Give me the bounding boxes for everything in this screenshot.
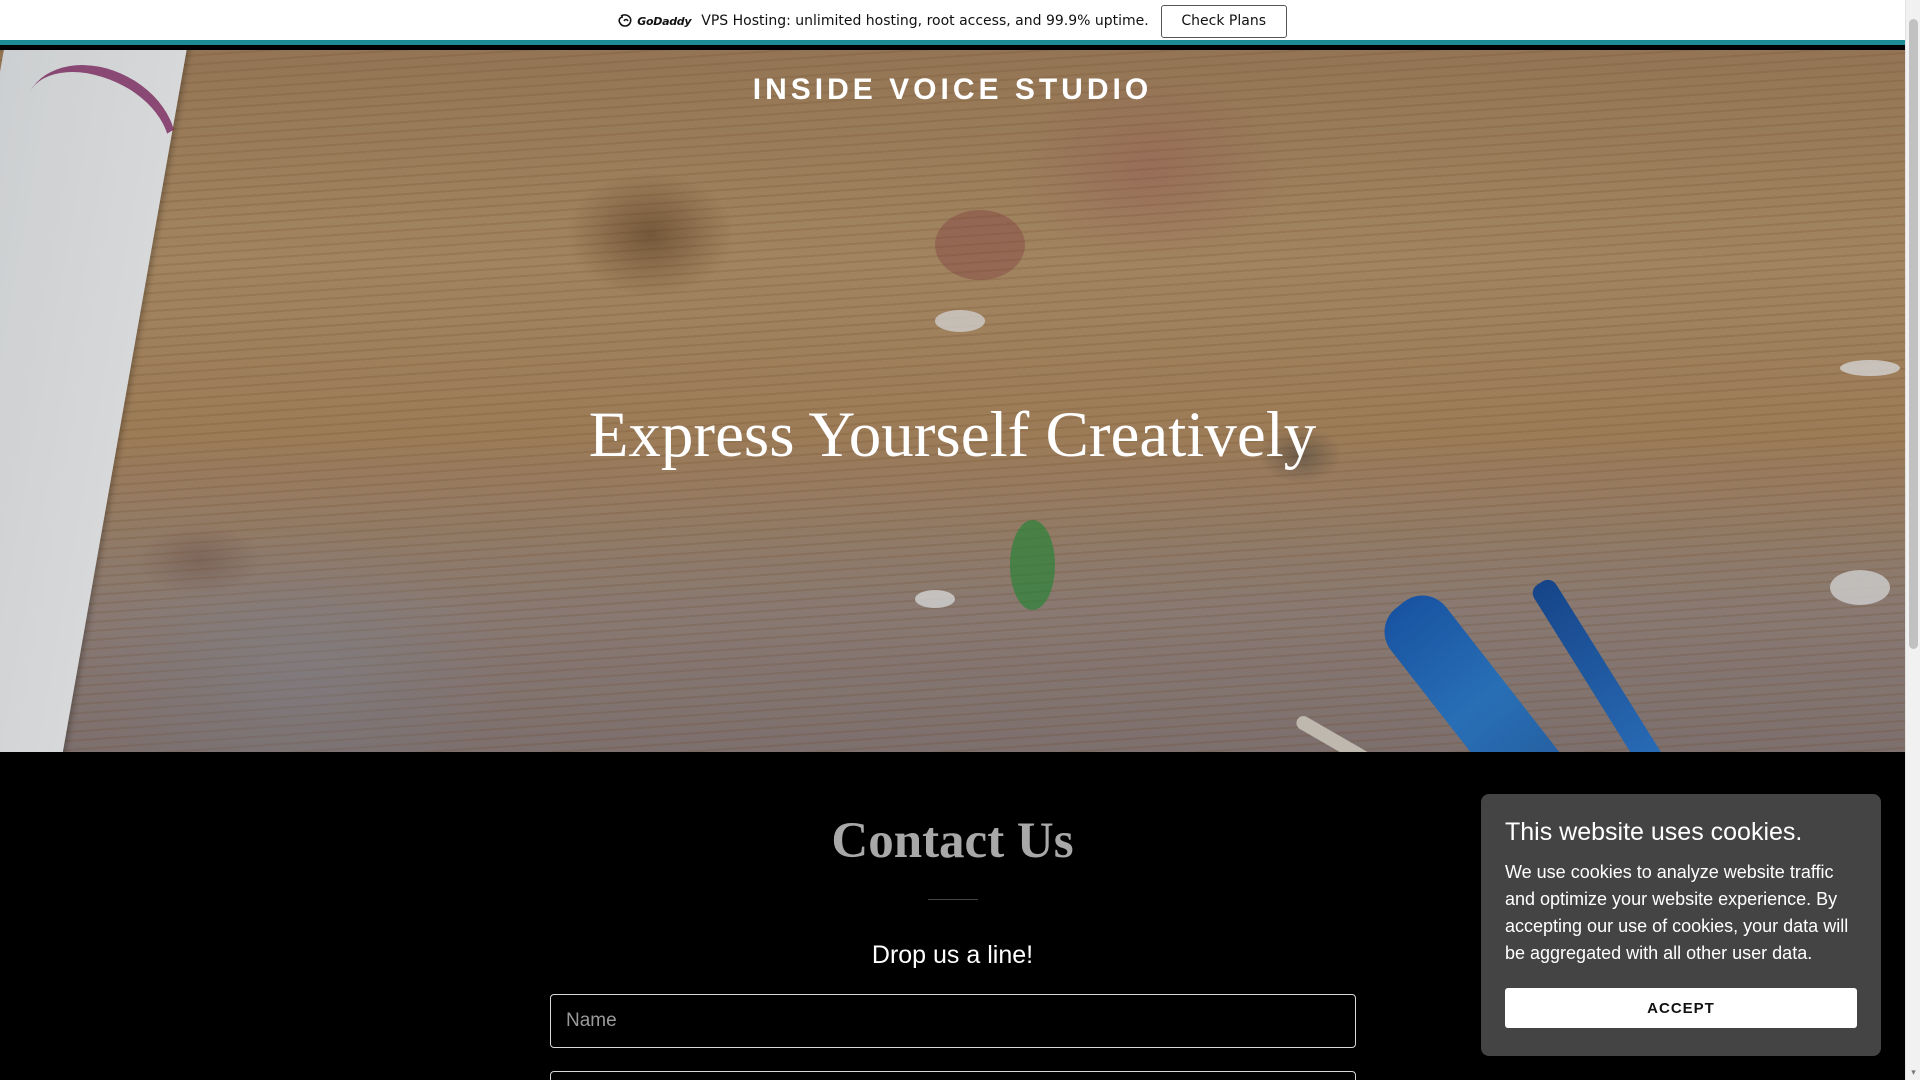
cookie-banner: This website uses cookies. We use cookie… [1481, 794, 1881, 1056]
email-field[interactable] [550, 1071, 1356, 1080]
section-divider [928, 899, 978, 900]
godaddy-logo-icon [618, 14, 632, 27]
scrollbar-thumb[interactable] [1909, 19, 1918, 649]
godaddy-logo-text: GoDaddy [637, 14, 692, 28]
hero-heading: Express Yourself Creatively [588, 399, 1317, 471]
check-plans-button[interactable]: Check Plans [1160, 4, 1287, 38]
cookie-banner-title: This website uses cookies. [1505, 818, 1803, 846]
promo-bar: GoDaddy VPS Hosting: unlimited hosting, … [0, 0, 1905, 45]
chevron-down-icon[interactable]: ▾ [1909, 1068, 1918, 1077]
name-field[interactable] [550, 994, 1356, 1048]
godaddy-logo: GoDaddy [618, 14, 692, 28]
cookie-banner-body: We use cookies to analyze website traffi… [1505, 862, 1849, 963]
promo-content: GoDaddy VPS Hosting: unlimited hosting, … [618, 4, 1287, 38]
page-scrollbar[interactable]: ▾ [1905, 0, 1920, 1080]
accept-cookies-button[interactable]: ACCEPT [1505, 988, 1857, 1028]
site-title[interactable]: INSIDE VOICE STUDIO [0, 73, 1905, 107]
promo-message: VPS Hosting: unlimited hosting, root acc… [701, 13, 1149, 29]
